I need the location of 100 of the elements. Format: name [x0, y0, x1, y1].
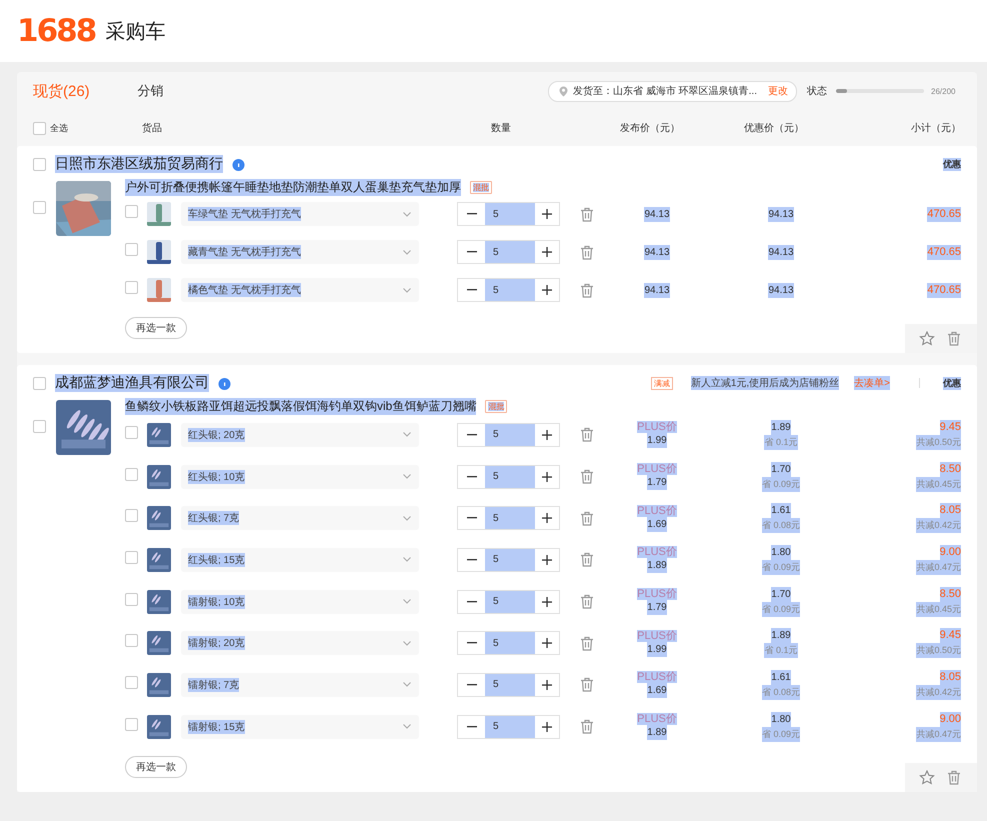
- decrease-button[interactable]: [457, 631, 485, 656]
- spec-dropdown[interactable]: 藏青气垫 无气枕手打充气: [181, 240, 419, 264]
- checkbox[interactable]: [125, 592, 138, 606]
- increase-button[interactable]: [535, 464, 560, 489]
- chevron-down-icon: [403, 288, 411, 292]
- checkbox[interactable]: [33, 376, 46, 390]
- quantity-field[interactable]: 5: [485, 464, 535, 489]
- chevron-down-icon: [403, 432, 411, 438]
- decrease-button[interactable]: [457, 714, 485, 739]
- increase-button[interactable]: [535, 506, 560, 530]
- spec-dropdown[interactable]: 镭射银; 20克: [181, 631, 419, 656]
- minus-icon: [466, 642, 476, 644]
- decrease-button[interactable]: [457, 278, 485, 302]
- spec-dropdown[interactable]: 红头银; 20克: [181, 422, 419, 447]
- delete-icon[interactable]: [580, 469, 594, 484]
- checkbox[interactable]: [125, 205, 138, 218]
- quantity-field[interactable]: 5: [485, 506, 535, 530]
- quantity-field[interactable]: 5: [485, 714, 535, 739]
- quantity-field[interactable]: 5: [485, 548, 535, 572]
- delete-icon[interactable]: [580, 719, 594, 734]
- delete-icon[interactable]: [580, 552, 594, 568]
- decrease-button[interactable]: [457, 548, 485, 572]
- quantity-field[interactable]: 5: [485, 631, 535, 656]
- publish-price: 1.99: [647, 433, 667, 448]
- discount-label[interactable]: 优惠: [943, 376, 961, 390]
- checkbox[interactable]: [125, 509, 138, 522]
- discount-price: 1.70: [771, 462, 791, 477]
- delete-icon[interactable]: [580, 594, 594, 610]
- chevron-down-icon: [403, 212, 411, 216]
- delete-icon[interactable]: [580, 510, 594, 526]
- decrease-button[interactable]: [457, 202, 485, 226]
- minus-icon: [466, 434, 476, 436]
- spec-dropdown[interactable]: 镭射银; 10克: [181, 590, 419, 614]
- shipping-address[interactable]: 发货至：山东省 威海市 环翠区温泉镇青... 更改: [548, 80, 797, 102]
- chevron-down-icon: [403, 682, 411, 688]
- spec-dropdown[interactable]: 红头银; 10克: [181, 464, 419, 489]
- decrease-button[interactable]: [457, 590, 485, 614]
- shop-name[interactable]: 成都蓝梦迪渔具有限公司: [55, 374, 209, 392]
- delete-icon[interactable]: [580, 244, 594, 260]
- delete-icon[interactable]: [580, 206, 594, 222]
- checkbox[interactable]: [33, 158, 46, 170]
- discount-label[interactable]: 优惠: [943, 158, 961, 170]
- reselect-button[interactable]: 再选一款: [125, 756, 187, 778]
- quantity-field[interactable]: 5: [485, 422, 535, 447]
- location-pin-icon: [559, 86, 568, 96]
- product-title[interactable]: 户外可折叠便携帐篷午睡垫地垫防潮垫单双人蛋巢垫充气垫加厚: [125, 178, 461, 196]
- checkbox[interactable]: [125, 281, 138, 294]
- delete-icon[interactable]: [580, 636, 594, 651]
- minus-icon: [466, 558, 476, 561]
- increase-button[interactable]: [535, 422, 560, 447]
- spec-dropdown[interactable]: 镭射银; 7克: [181, 672, 419, 697]
- spec-dropdown[interactable]: 红头银; 15克: [181, 548, 419, 572]
- checkbox[interactable]: [33, 122, 46, 134]
- decrease-button[interactable]: [457, 422, 485, 447]
- decrease-button[interactable]: [457, 672, 485, 697]
- decrease-button[interactable]: [457, 506, 485, 530]
- spec-dropdown[interactable]: 橘色气垫 无气枕手打充气: [181, 278, 419, 302]
- product-tag: 混批: [470, 180, 492, 194]
- increase-button[interactable]: [535, 240, 560, 264]
- page-title: 采购车: [105, 20, 166, 44]
- checkbox[interactable]: [125, 243, 138, 256]
- increase-button[interactable]: [535, 714, 560, 739]
- checkbox[interactable]: [125, 550, 138, 564]
- quantity-field[interactable]: 5: [485, 240, 535, 264]
- checkbox[interactable]: [125, 426, 138, 439]
- increase-button[interactable]: [535, 548, 560, 572]
- publish-price: 1.89: [647, 558, 667, 574]
- discount-price: 94.13: [768, 244, 794, 260]
- delete-icon[interactable]: [580, 427, 594, 442]
- tab[interactable]: 分销: [138, 82, 164, 100]
- quantity-field[interactable]: 5: [485, 202, 535, 226]
- decrease-button[interactable]: [457, 240, 485, 264]
- increase-button[interactable]: [535, 202, 560, 226]
- quantity-field[interactable]: 5: [485, 590, 535, 614]
- checkbox[interactable]: [33, 420, 46, 433]
- quantity-field[interactable]: 5: [485, 278, 535, 302]
- checkbox[interactable]: [125, 634, 138, 648]
- delete-icon[interactable]: [580, 282, 594, 298]
- subtotal: 9.00: [940, 544, 961, 560]
- decrease-button[interactable]: [457, 464, 485, 489]
- increase-button[interactable]: [535, 590, 560, 614]
- checkbox[interactable]: [125, 718, 138, 731]
- spec-dropdown[interactable]: 红头银; 7克: [181, 506, 419, 530]
- checkbox[interactable]: [125, 468, 138, 481]
- shop-name[interactable]: 日照市东港区绒茄贸易商行: [55, 155, 223, 173]
- increase-button[interactable]: [535, 278, 560, 302]
- quantity-field[interactable]: 5: [485, 672, 535, 697]
- checkbox[interactable]: [125, 676, 138, 689]
- total-saving: 共减0.42元: [916, 684, 961, 700]
- delete-icon[interactable]: [580, 677, 594, 692]
- subtotal: 9.00: [940, 712, 961, 727]
- spec-dropdown[interactable]: 镭射银; 15克: [181, 714, 419, 739]
- reselect-button[interactable]: 再选一款: [125, 317, 187, 339]
- total-saving: 共减0.50元: [916, 434, 961, 450]
- increase-button[interactable]: [535, 631, 560, 656]
- saving-text: 省 0.09元: [762, 476, 800, 492]
- product-title[interactable]: 鱼鳞纹小铁板路亚饵超远投飘落假饵海钓单双钩vib鱼饵鲈蓝刀翘嘴: [125, 398, 476, 414]
- increase-button[interactable]: [535, 672, 560, 697]
- checkbox[interactable]: [33, 201, 46, 214]
- spec-dropdown[interactable]: 车绿气垫 无气枕手打充气: [181, 202, 419, 226]
